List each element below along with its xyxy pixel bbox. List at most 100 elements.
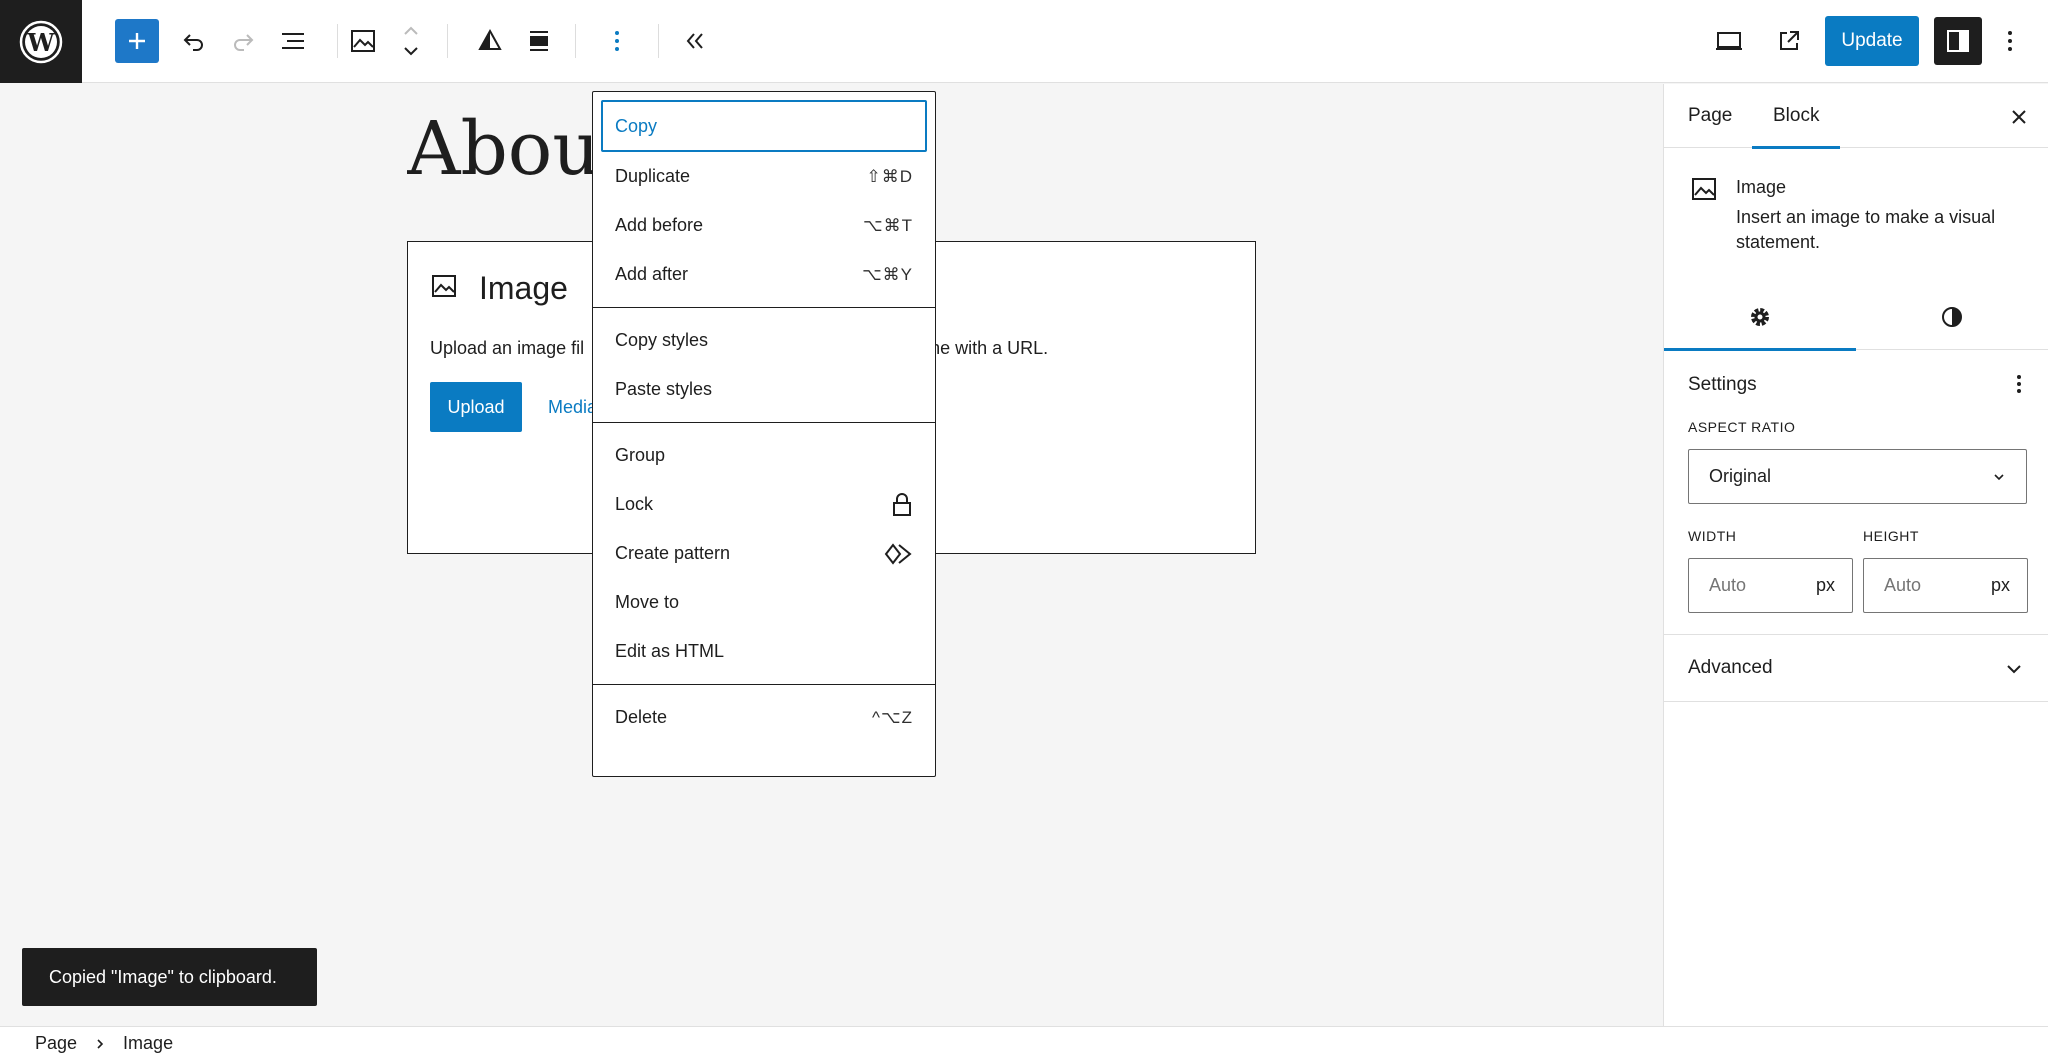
update-button[interactable]: Update xyxy=(1825,16,1919,66)
breadcrumb-item-image[interactable]: Image xyxy=(123,1033,173,1054)
menu-item-shortcut: ^⌥Z xyxy=(872,707,913,727)
aspect-ratio-label: ASPECT RATIO xyxy=(1688,419,1796,435)
menu-item-group[interactable]: Group xyxy=(601,431,927,480)
menu-item-edit-as-html[interactable]: Edit as HTML xyxy=(601,627,927,676)
list-view-icon xyxy=(282,33,304,49)
menu-item-label: Lock xyxy=(615,494,654,514)
settings-sidebar: Page Block Image Insert an image to make… xyxy=(1663,84,2048,1026)
upload-button[interactable]: Upload xyxy=(430,382,522,432)
menu-item-label: Group xyxy=(615,445,666,465)
block-card-description: Insert an image to make a visual stateme… xyxy=(1736,207,1996,252)
menu-item-label: Copy styles xyxy=(615,330,709,350)
menu-item-label: Add before xyxy=(615,215,704,235)
settings-options-button[interactable] xyxy=(2004,367,2034,401)
more-vertical-icon xyxy=(2008,31,2012,51)
list-view-button[interactable] xyxy=(270,18,316,64)
width-field: px xyxy=(1688,558,1853,613)
image-icon xyxy=(432,275,456,297)
lock-icon xyxy=(893,492,911,516)
media-library-button[interactable]: Media xyxy=(548,397,597,418)
tab-styles[interactable] xyxy=(1856,284,2048,350)
editor-header: W Update xyxy=(0,0,2048,83)
duotone-filter-button[interactable] xyxy=(467,18,513,64)
page-title[interactable]: About xyxy=(407,106,597,192)
menu-item-duplicate[interactable]: Duplicate ⇧⌘D xyxy=(601,152,927,201)
advanced-panel-toggle[interactable]: Advanced xyxy=(1664,634,2048,702)
toolbar-divider xyxy=(575,24,576,58)
menu-item-create-pattern[interactable]: Create pattern xyxy=(601,529,927,578)
placeholder-title: Image xyxy=(479,270,568,306)
image-icon xyxy=(1692,178,1716,200)
menu-item-paste-styles[interactable]: Paste styles xyxy=(601,365,927,414)
block-inserter-button[interactable] xyxy=(115,19,159,63)
menu-item-delete[interactable]: Delete ^⌥Z xyxy=(601,693,927,742)
block-type-image-button[interactable] xyxy=(340,18,386,64)
menu-item-shortcut: ⌥⌘Y xyxy=(862,264,913,284)
tab-block[interactable]: Block xyxy=(1751,84,1842,149)
width-label: WIDTH xyxy=(1688,528,1737,544)
wordpress-logo-icon: W xyxy=(19,20,63,63)
width-input[interactable] xyxy=(1709,559,1809,612)
close-icon xyxy=(2012,110,2026,124)
width-unit: px xyxy=(1816,575,1836,595)
block-card-title: Image xyxy=(1736,177,1787,197)
advanced-panel-label: Advanced xyxy=(1688,657,1773,678)
tab-page[interactable]: Page xyxy=(1688,84,1732,148)
collapse-toolbar-button[interactable] xyxy=(672,18,718,64)
tab-settings[interactable] xyxy=(1664,284,1856,351)
height-field: px xyxy=(1863,558,2028,613)
height-label: HEIGHT xyxy=(1863,528,1919,544)
menu-item-copy[interactable]: Copy xyxy=(601,100,927,152)
more-vertical-icon xyxy=(615,31,619,51)
menu-item-move-to[interactable]: Move to xyxy=(601,578,927,627)
settings-sidebar-toggle[interactable] xyxy=(1934,17,1982,65)
menu-item-lock[interactable]: Lock xyxy=(601,480,927,529)
align-button[interactable] xyxy=(516,18,562,64)
menu-group: Delete ^⌥Z xyxy=(593,685,935,750)
menu-item-label: Copy xyxy=(615,115,658,136)
toolbar-divider xyxy=(658,24,659,58)
pattern-icon xyxy=(884,542,912,565)
sidebar-icon xyxy=(1947,30,1969,52)
undo-button[interactable] xyxy=(171,18,217,64)
aspect-ratio-select[interactable]: Original xyxy=(1688,449,2027,504)
more-vertical-icon xyxy=(2017,375,2021,393)
block-options-menu: Copy Duplicate ⇧⌘D Add before ⌥⌘T Add afte… xyxy=(592,91,936,777)
menu-item-label: Move to xyxy=(615,592,680,612)
editor-options-button[interactable] xyxy=(1987,18,2033,64)
menu-item-copy-styles[interactable]: Copy styles xyxy=(601,316,927,365)
menu-item-label: Create pattern xyxy=(615,543,731,563)
close-sidebar-button[interactable] xyxy=(2004,102,2034,132)
menu-group: Group Lock Create pattern Move to Edit a… xyxy=(593,423,935,685)
chevron-up-icon[interactable] xyxy=(402,24,420,38)
block-inspector-tabs xyxy=(1664,284,2048,351)
preview-device-button[interactable] xyxy=(1706,18,1752,64)
breadcrumb-item-page[interactable]: Page xyxy=(35,1033,77,1054)
menu-item-label: Edit as HTML xyxy=(615,641,725,661)
redo-icon xyxy=(234,34,254,51)
menu-item-add-after[interactable]: Add after ⌥⌘Y xyxy=(601,250,927,299)
menu-group: Copy styles Paste styles xyxy=(593,308,935,423)
duotone-icon xyxy=(478,28,502,50)
toolbar-divider xyxy=(337,24,338,58)
menu-item-shortcut: ⌥⌘T xyxy=(863,215,913,235)
aspect-ratio-value: Original xyxy=(1709,466,1772,486)
desktop-icon xyxy=(1716,32,1742,50)
menu-item-shortcut: ⇧⌘D xyxy=(866,166,913,186)
sidebar-tabs: Page Block xyxy=(1664,84,2048,149)
block-mover xyxy=(398,20,424,64)
height-unit: px xyxy=(1991,575,2011,595)
chevron-down-icon[interactable] xyxy=(402,44,420,58)
redo-button[interactable] xyxy=(220,18,266,64)
snackbar-notice[interactable]: Copied "Image" to clipboard. xyxy=(22,948,317,1006)
menu-item-add-before[interactable]: Add before ⌥⌘T xyxy=(601,201,927,250)
view-page-button[interactable] xyxy=(1766,18,1812,64)
menu-item-label: Delete xyxy=(615,707,668,727)
block-options-button[interactable] xyxy=(594,18,640,64)
wordpress-logo-button[interactable]: W xyxy=(0,0,82,83)
align-none-icon xyxy=(530,31,548,51)
placeholder-instructions-left: Upload an image fil xyxy=(430,338,585,358)
chevron-down-icon xyxy=(1994,473,2004,480)
contrast-icon xyxy=(1942,307,1962,327)
height-input[interactable] xyxy=(1884,559,1984,612)
